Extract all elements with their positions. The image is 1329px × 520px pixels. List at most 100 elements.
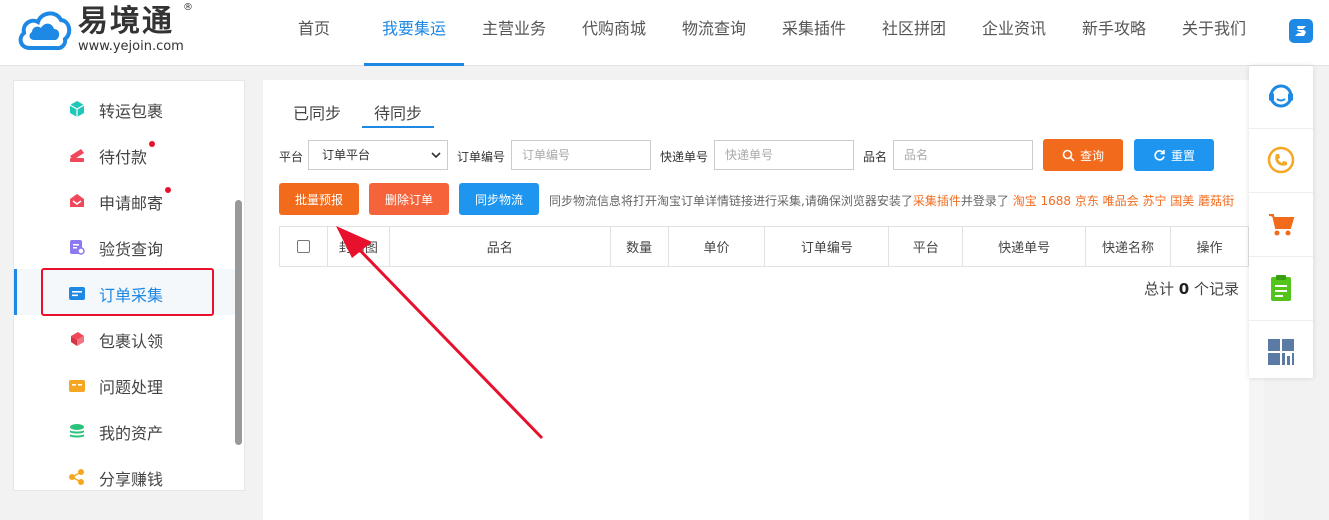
col-unit-price: 单价 — [667, 226, 766, 267]
tab-synced[interactable]: 已同步 — [293, 100, 341, 128]
float-customer-service[interactable] — [1249, 66, 1313, 129]
nav-about[interactable]: 关于我们 — [1164, 0, 1264, 66]
cloud-logo-icon — [18, 11, 72, 51]
nav-business[interactable]: 主营业务 — [464, 0, 564, 66]
search-button[interactable]: 查询 — [1043, 139, 1123, 171]
supported-platforms: 淘宝 1688 京东 唯品会 苏宁 国美 蘑菇街 — [1012, 194, 1235, 208]
platform-label: 平台 — [279, 150, 304, 164]
qrcode-icon — [1268, 339, 1294, 365]
nav-tracking[interactable]: 物流查询 — [664, 0, 764, 66]
float-clipboard[interactable] — [1249, 258, 1313, 321]
order-no-label: 订单编号 — [457, 150, 506, 164]
notice-text: 同步物流信息将打开淘宝订单详情链接进行采集,请确保浏览器安装了 — [549, 194, 913, 208]
notice-mid: 并登录了 — [960, 194, 1009, 208]
cart-icon — [1269, 214, 1295, 236]
nav-consolidation[interactable]: 我要集运 — [364, 0, 464, 66]
sync-logistics-button[interactable]: 同步物流 — [459, 183, 539, 215]
total-count: 0 — [1178, 280, 1190, 298]
customer-service-icon — [1269, 84, 1293, 108]
select-all-checkbox[interactable] — [296, 240, 310, 253]
sidebar-item-inspection[interactable]: 验货查询 — [14, 223, 238, 269]
registered-mark: ® — [183, 2, 193, 13]
nav-plugin[interactable]: 采集插件 — [764, 0, 864, 66]
sidebar-scrollbar[interactable] — [235, 200, 242, 445]
col-item-name: 品名 — [388, 226, 611, 267]
sidebar-item-transfer-parcels[interactable]: 转运包裹 — [14, 85, 238, 131]
sidebar-item-label: 分享赚钱 — [99, 470, 164, 489]
nav-group-buy[interactable]: 社区拼团 — [864, 0, 964, 66]
sidebar-item-label: 待付款 — [99, 148, 148, 167]
sidebar-item-label: 我的资产 — [99, 424, 164, 443]
sidebar-item-package-claim[interactable]: 包裹认领 — [14, 315, 238, 361]
item-name-input[interactable] — [893, 140, 1033, 170]
item-name-label: 品名 — [863, 150, 888, 164]
active-indicator — [14, 269, 17, 315]
total-prefix: 总计 — [1143, 280, 1174, 298]
refresh-icon — [1154, 149, 1165, 161]
site-logo[interactable]: 易境通 ® www.yejoin.com — [16, 2, 196, 60]
sidebar-item-label: 验货查询 — [99, 240, 164, 259]
package-claim-icon — [71, 332, 84, 346]
notification-dot — [149, 141, 155, 147]
col-select[interactable] — [279, 226, 328, 267]
sidebar-item-pending-payment[interactable]: 待付款 — [14, 131, 238, 177]
app-badge-icon[interactable] — [1289, 19, 1313, 43]
table-header-row: 封面图 品名 数量 单价 订单编号 平台 快递单号 快递名称 操作 — [279, 226, 1249, 267]
inspection-icon — [70, 240, 85, 255]
s-logo-icon — [1295, 26, 1306, 36]
sync-notice: 同步物流信息将打开淘宝订单详情链接进行采集,请确保浏览器安装了采集插件并登录了 … — [549, 192, 1234, 209]
sidebar-item-my-assets[interactable]: 我的资产 — [14, 407, 238, 453]
main-panel: 已同步 待同步 平台 订单平台 订单编号 快递单号 品名 查询 重置 批量预报 … — [263, 80, 1249, 520]
share-icon — [69, 469, 84, 485]
reset-button[interactable]: 重置 — [1134, 139, 1214, 171]
sidebar-item-apply-shipping[interactable]: 申请邮寄 — [14, 177, 238, 223]
nav-home[interactable]: 首页 — [264, 0, 364, 66]
plugin-link[interactable]: 采集插件 — [913, 194, 961, 208]
tracking-input[interactable] — [714, 140, 854, 170]
col-courier-name: 快递名称 — [1085, 226, 1172, 267]
search-icon — [1062, 149, 1075, 162]
highlight-annotation-box — [41, 268, 214, 316]
brand-url: www.yejoin.com — [78, 39, 184, 54]
order-no-input[interactable] — [511, 140, 651, 170]
sidebar-item-share-earn[interactable]: 分享赚钱 — [14, 453, 238, 490]
nav-guide[interactable]: 新手攻略 — [1064, 0, 1164, 66]
tracking-label: 快递单号 — [660, 150, 709, 164]
col-platform: 平台 — [888, 226, 964, 267]
platform-select[interactable]: 订单平台 — [308, 140, 448, 170]
col-cover: 封面图 — [326, 226, 390, 267]
float-phone[interactable] — [1249, 130, 1313, 193]
delete-order-button[interactable]: 删除订单 — [369, 183, 449, 215]
col-tracking-no: 快递单号 — [962, 226, 1087, 267]
float-qrcode[interactable] — [1249, 322, 1313, 385]
cube-icon — [69, 101, 85, 117]
notification-dot — [165, 187, 171, 193]
reset-button-label: 重置 — [1170, 148, 1195, 163]
col-actions: 操作 — [1170, 226, 1249, 267]
top-header: 易境通 ® www.yejoin.com 首页 我要集运 主营业务 代购商城 物… — [0, 0, 1329, 66]
float-cart[interactable] — [1249, 194, 1313, 257]
brand-name: 易境通 — [78, 4, 174, 39]
sidebar-item-label: 申请邮寄 — [99, 194, 164, 213]
issue-icon — [69, 380, 85, 392]
sidebar-item-label: 转运包裹 — [99, 102, 164, 121]
batch-declare-button[interactable]: 批量预报 — [279, 183, 359, 215]
sidebar-item-label: 问题处理 — [99, 378, 164, 397]
order-table: 封面图 品名 数量 单价 订单编号 平台 快递单号 快递名称 操作 — [279, 226, 1249, 267]
tab-pending-sync[interactable]: 待同步 — [362, 100, 435, 128]
chevron-down-icon — [431, 152, 441, 159]
total-suffix: 个记录 — [1193, 280, 1239, 298]
nav-shop[interactable]: 代购商城 — [564, 0, 664, 66]
col-quantity: 数量 — [609, 226, 669, 267]
clipboard-icon — [1271, 275, 1291, 301]
asset-icon — [70, 424, 84, 438]
right-float-toolbar — [1249, 66, 1313, 378]
sidebar-item-issue-handling[interactable]: 问题处理 — [14, 361, 238, 407]
nav-news[interactable]: 企业资讯 — [964, 0, 1064, 66]
total-records: 总计 0 个记录 — [1144, 278, 1239, 299]
main-nav: 首页 我要集运 主营业务 代购商城 物流查询 采集插件 社区拼团 企业资讯 新手… — [264, 0, 1264, 66]
platform-select-value: 订单平台 — [322, 148, 371, 162]
sync-tabs: 已同步 待同步 — [293, 100, 467, 128]
phone-icon — [1267, 146, 1295, 174]
search-button-label: 查询 — [1079, 148, 1104, 163]
